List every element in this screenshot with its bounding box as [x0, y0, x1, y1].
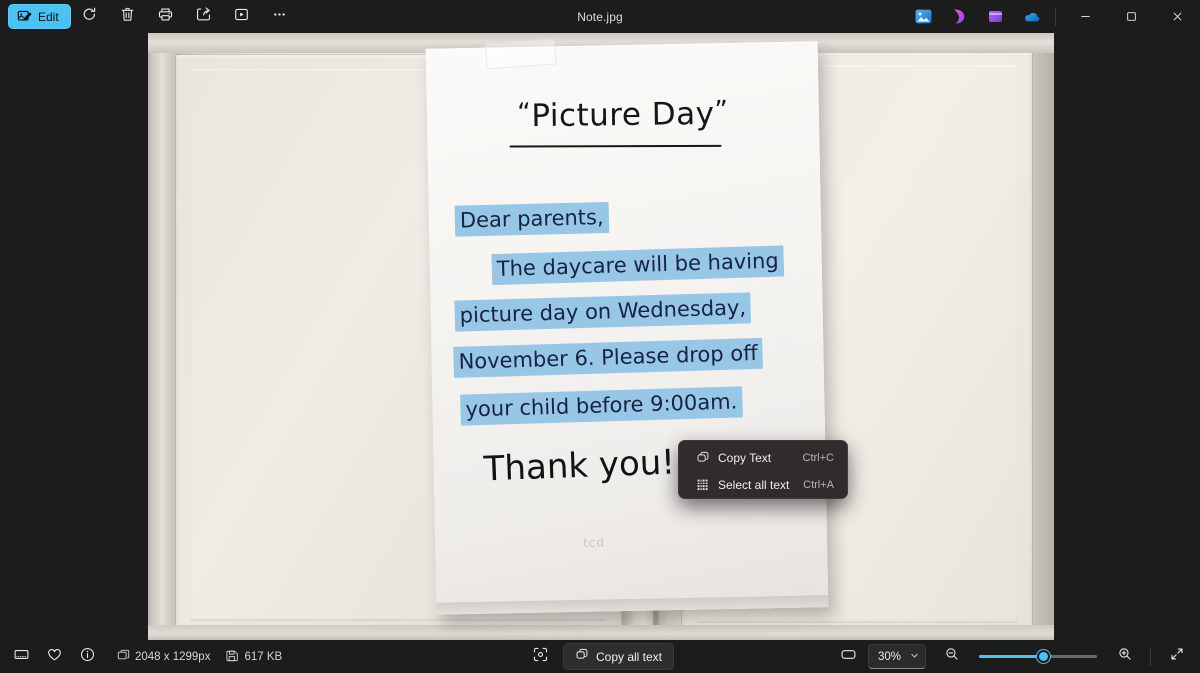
- paper-note: “Picture Day” Dear parents, The daycare …: [425, 38, 829, 619]
- note-title-line: “Picture Day”: [427, 95, 819, 136]
- note-title: Picture Day: [531, 95, 715, 135]
- photos-app-icon[interactable]: [908, 2, 938, 32]
- title-bar: Edit Note.jpg: [0, 0, 1200, 33]
- zoom-level-value: 30%: [878, 650, 902, 663]
- slideshow-icon: [233, 6, 250, 28]
- context-menu-label: Select all text: [718, 477, 790, 492]
- note-text-line: picture day on Wednesday,: [454, 292, 752, 332]
- print-button[interactable]: [147, 3, 185, 31]
- filesize-text: 617 KB: [244, 650, 283, 663]
- edit-button-label: Edit: [38, 9, 59, 24]
- note-faint-mark: tcd: [582, 535, 606, 550]
- minimize-button[interactable]: [1062, 0, 1108, 33]
- copy-all-text-button[interactable]: Copy all text: [562, 643, 675, 670]
- titlebar-divider: [1055, 7, 1056, 26]
- maximize-button[interactable]: [1108, 0, 1154, 33]
- fit-to-window-button[interactable]: [833, 643, 864, 670]
- context-menu-item-copy-text[interactable]: Copy Text Ctrl+C: [682, 444, 844, 471]
- zoom-slider[interactable]: [979, 647, 1097, 667]
- dimensions-text: 2048 x 1299px: [135, 650, 211, 663]
- scan-text-button[interactable]: [526, 643, 555, 670]
- more-options-button[interactable]: [261, 3, 299, 31]
- copy-text-icon: [692, 451, 714, 465]
- dimensions-icon: [117, 649, 130, 665]
- save-disk-icon: [226, 649, 239, 665]
- edit-image-icon: [17, 9, 32, 24]
- zoom-out-button[interactable]: [936, 643, 967, 670]
- status-bar-right-group: 30%: [833, 643, 1192, 670]
- context-menu-item-select-all-text[interactable]: Select all text Ctrl+A: [682, 471, 844, 498]
- scan-text-icon: [532, 646, 549, 668]
- zoom-slider-fill: [979, 655, 1044, 658]
- status-bar-left-group: 2048 x 1299px 617 KB: [0, 643, 282, 670]
- status-bar: 2048 x 1299px 617 KB Copy all text 30%: [0, 640, 1200, 673]
- note-title-close-quote: ”: [714, 95, 729, 126]
- fullscreen-icon: [1169, 646, 1185, 667]
- rotate-icon: [81, 6, 98, 28]
- share-button[interactable]: [185, 3, 223, 31]
- rotate-button[interactable]: [71, 3, 109, 31]
- onedrive-app-icon[interactable]: [1016, 2, 1046, 32]
- delete-button[interactable]: [109, 3, 147, 31]
- zoom-out-icon: [944, 646, 960, 667]
- info-icon: [79, 646, 96, 668]
- close-button[interactable]: [1154, 0, 1200, 33]
- note-closing-line: Thank you!: [482, 442, 676, 490]
- note-text-line: Dear parents,: [454, 201, 609, 237]
- print-icon: [157, 6, 174, 28]
- door-bottom-molding: [148, 625, 1054, 640]
- note-title-open-quote: “: [517, 98, 532, 129]
- select-all-text-icon: [692, 478, 714, 492]
- file-size: 617 KB: [226, 649, 282, 665]
- slideshow-button[interactable]: [223, 3, 261, 31]
- title-bar-right-group: [905, 0, 1200, 33]
- context-menu-shortcut: Ctrl+A: [803, 478, 834, 491]
- copy-all-text-label: Copy all text: [595, 649, 663, 664]
- photo-viewport[interactable]: “Picture Day” Dear parents, The daycare …: [148, 33, 1054, 640]
- zoom-level-select[interactable]: 30%: [868, 644, 926, 669]
- image-canvas[interactable]: “Picture Day” Dear parents, The daycare …: [0, 33, 1200, 640]
- clipchamp-app-icon[interactable]: [980, 2, 1010, 32]
- context-menu-label: Copy Text: [718, 450, 772, 465]
- note-text-line: November 6. Please drop off: [453, 337, 764, 378]
- info-button[interactable]: [72, 643, 103, 670]
- filmstrip-button[interactable]: [6, 643, 37, 670]
- delete-icon: [119, 6, 136, 28]
- note-text-line: your child before 9:00am.: [460, 386, 743, 426]
- image-dimensions: 2048 x 1299px: [117, 649, 210, 665]
- zoom-in-icon: [1117, 646, 1133, 667]
- zoom-in-button[interactable]: [1109, 643, 1140, 670]
- chevron-down-icon: [910, 651, 919, 662]
- filmstrip-icon: [13, 646, 30, 668]
- note-title-underline: [509, 144, 722, 148]
- copy-text-icon: [575, 648, 589, 665]
- note-text-line: The daycare will be having: [491, 245, 785, 286]
- designer-app-icon[interactable]: [944, 2, 974, 32]
- favorite-button[interactable]: [39, 643, 70, 670]
- context-menu-shortcut: Ctrl+C: [802, 451, 834, 464]
- favorite-heart-icon: [46, 646, 63, 668]
- toolbar-left-group: Edit: [0, 3, 299, 31]
- fit-to-window-icon: [840, 646, 857, 668]
- fullscreen-button[interactable]: [1161, 643, 1192, 670]
- zoom-slider-thumb[interactable]: [1037, 650, 1051, 663]
- edit-button[interactable]: Edit: [8, 4, 71, 29]
- statusbar-divider: [1150, 647, 1151, 666]
- file-metadata: 2048 x 1299px 617 KB: [117, 649, 282, 665]
- photos-app-window: Edit Note.jpg “Picture Day” Dear parents…: [0, 0, 1200, 673]
- more-icon: [271, 6, 288, 28]
- share-icon: [195, 6, 212, 28]
- text-context-menu[interactable]: Copy Text Ctrl+C Select all text Ctrl+A: [678, 440, 848, 499]
